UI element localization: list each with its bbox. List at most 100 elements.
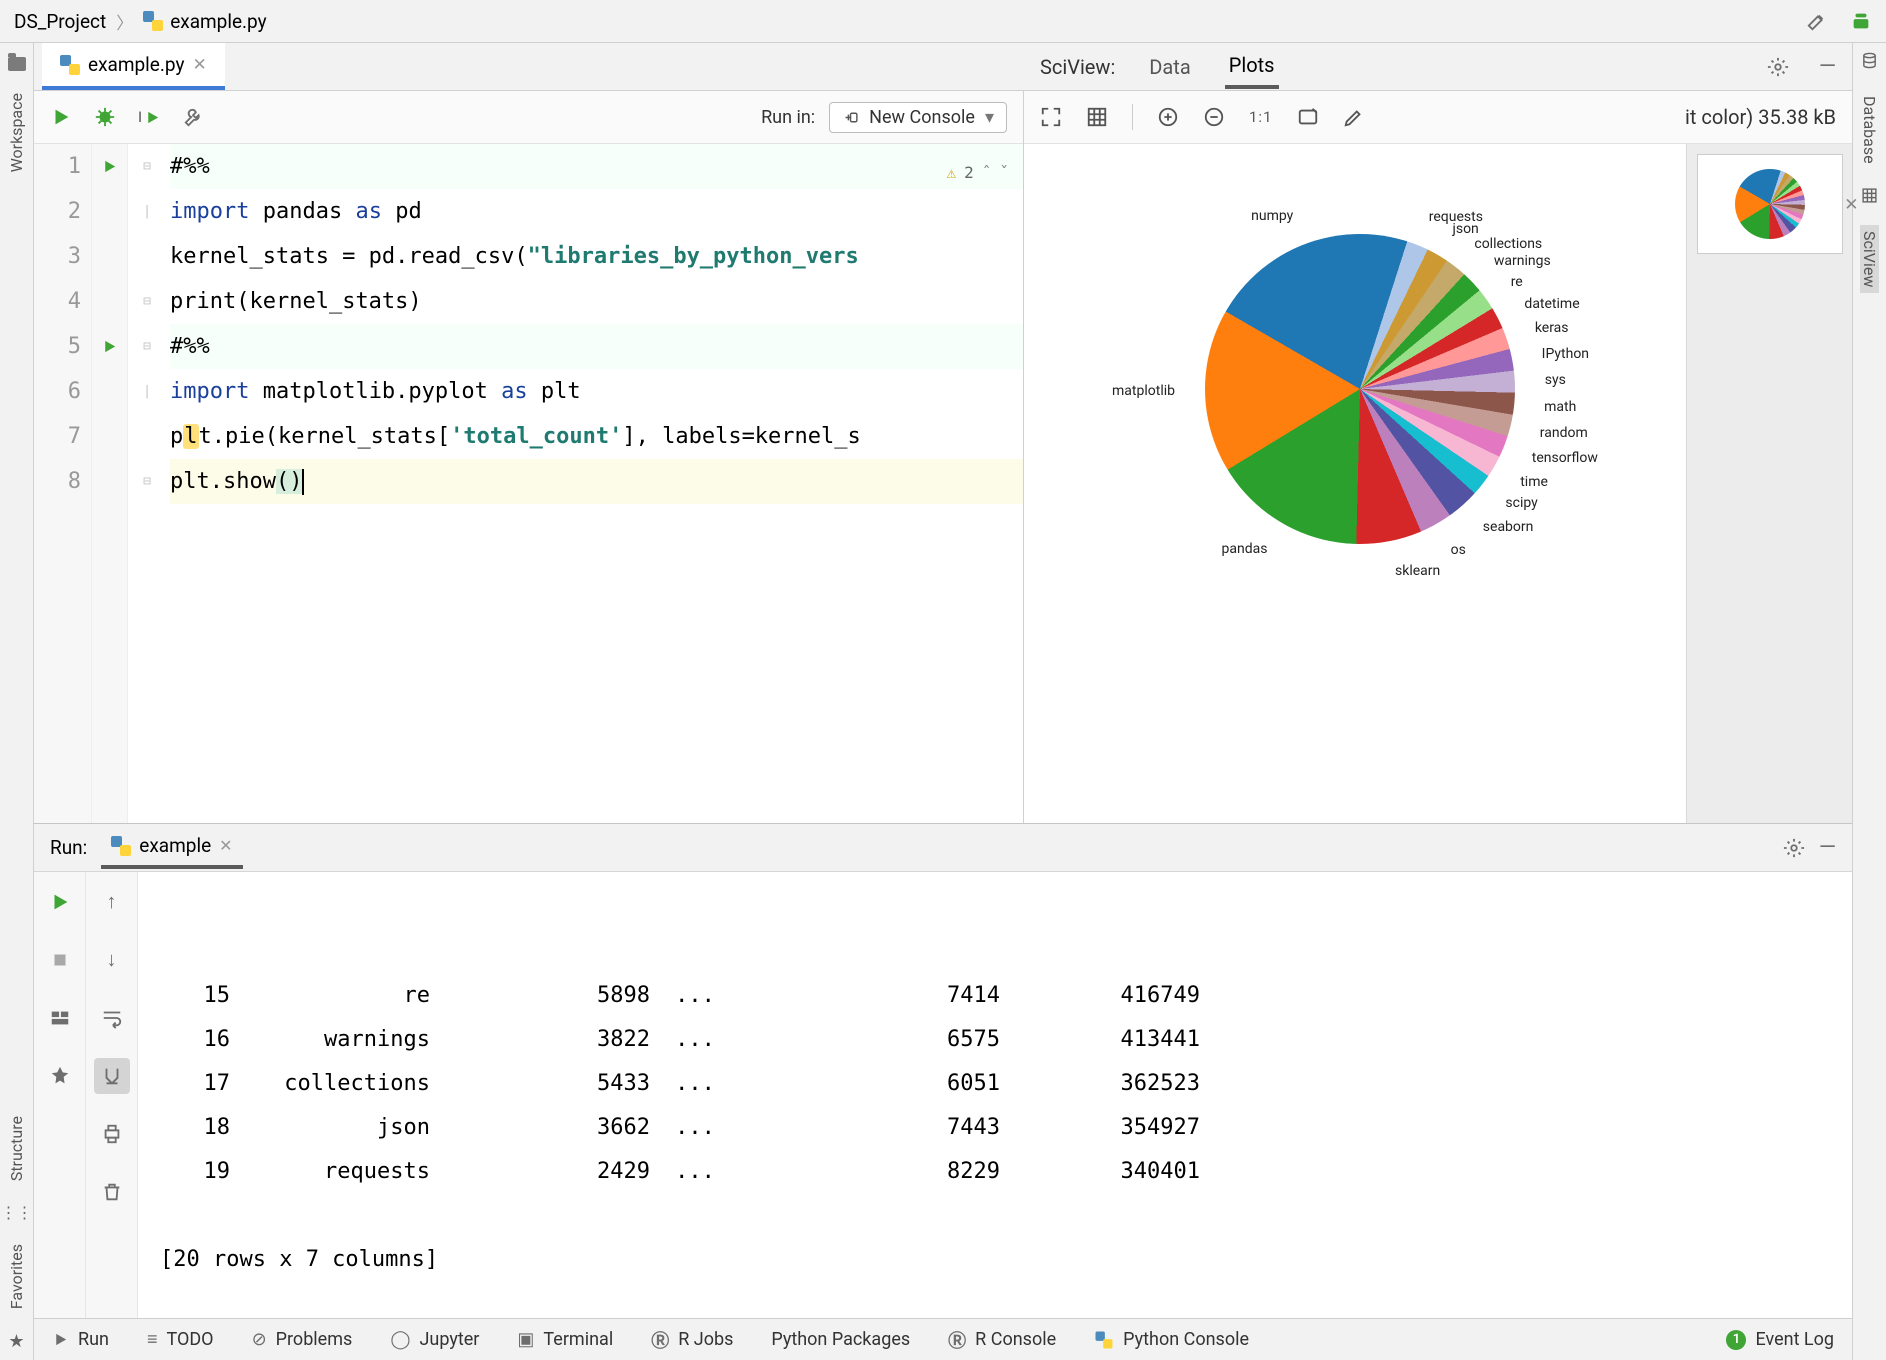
pie-label: collections [1474,236,1542,252]
status-python-console[interactable]: Python Console [1094,1329,1249,1350]
status-event-log[interactable]: 1 Event Log [1726,1329,1834,1350]
pie-label: matplotlib [1112,383,1175,399]
rerun-button[interactable] [42,884,78,920]
minimize-icon[interactable]: — [1819,835,1836,860]
run-config-tab[interactable]: example ✕ [101,826,242,869]
structure-tool-button[interactable]: Structure [7,1110,26,1187]
line-number-gutter: 12345678 [34,144,92,823]
pie-label: seaborn [1483,519,1534,535]
color-picker-icon[interactable] [1343,106,1365,128]
database-tool-button[interactable]: Database [1860,90,1879,170]
python-file-icon [60,55,80,75]
status-python-packages[interactable]: Python Packages [771,1329,910,1350]
breadcrumb-project-label: DS_Project [14,10,106,33]
run-in-label: Run in: [761,107,815,128]
chevron-up-icon[interactable]: ˆ [982,150,992,195]
code-editor[interactable]: 12345678 ⊟|⊟⊟|⊟ ⚠ 2 [34,144,1023,823]
output-row: 15re5898...7414416749 [160,974,1830,1018]
plot-meta: it color) 35.38 kB [1685,105,1836,129]
output-shape: [20 rows x 7 columns] [160,1238,1830,1282]
r-icon: Ⓡ [948,1327,966,1353]
editor-toolbar: I Run in: New Console ▾ [34,91,1023,144]
fit-icon[interactable] [1040,106,1062,128]
scroll-up-button[interactable]: ↑ [94,884,130,920]
run-marker-icon[interactable] [101,338,118,355]
pie-label: scipy [1505,495,1537,511]
gear-icon[interactable] [1783,837,1805,859]
run-in-select[interactable]: New Console ▾ [829,102,1007,133]
pin-button[interactable] [42,1058,78,1094]
sciview-tool-button[interactable]: SciView [1860,225,1879,293]
warning-icon: ⚠ [946,150,956,195]
status-jupyter[interactable]: ◯ Jupyter [390,1329,479,1350]
soft-wrap-button[interactable] [94,1000,130,1036]
tab-example-py[interactable]: example.py ✕ [42,43,225,90]
status-run[interactable]: Run [52,1329,109,1350]
trash-button[interactable] [94,1174,130,1210]
warning-count: 2 [964,150,974,195]
export-icon[interactable] [1297,106,1319,128]
gear-icon[interactable] [1767,56,1789,78]
database-icon [1861,51,1878,74]
status-terminal[interactable]: ▣ Terminal [517,1329,613,1350]
scroll-to-end-button[interactable] [94,1058,130,1094]
run-output[interactable]: 15re5898...741441674916warnings3822...65… [138,872,1852,1318]
close-icon[interactable]: ✕ [192,55,206,75]
zoom-in-icon[interactable] [1157,106,1179,128]
actual-size-icon[interactable]: 1:1 [1249,108,1273,126]
close-thumbnail-icon[interactable]: ✕ [1844,195,1858,215]
run-gutter [92,144,128,823]
python-icon [1096,1331,1113,1348]
stop-button[interactable] [42,942,78,978]
pie-label: json [1453,221,1479,237]
scroll-down-button[interactable]: ↓ [94,942,130,978]
run-in-value: New Console [869,107,975,128]
print-button[interactable] [94,1116,130,1152]
run-marker-icon[interactable] [101,158,118,175]
list-icon: ≡ [147,1329,158,1350]
wrench-icon[interactable] [183,106,205,128]
minimize-icon[interactable]: — [1819,54,1836,79]
status-rjobs[interactable]: Ⓡ R Jobs [651,1327,733,1353]
zoom-out-icon[interactable] [1203,106,1225,128]
pie-chart [1205,234,1515,544]
right-tool-rail: Database SciView [1852,43,1886,1360]
output-row: 19requests2429...8229340401 [160,1150,1830,1194]
terminal-icon: ▣ [517,1329,534,1350]
breadcrumb-file[interactable]: example.py [143,10,266,33]
sciview-title: SciView: [1040,55,1115,79]
pie-label: os [1451,542,1466,558]
python-file-icon [143,11,163,31]
status-problems[interactable]: ⊘ Problems [252,1329,353,1350]
grid-icon[interactable] [1086,106,1108,128]
status-todo[interactable]: ≡ TODO [147,1329,214,1350]
play-icon [52,1331,69,1348]
sciview-icon [1861,186,1878,209]
fold-gutter: ⊟|⊟⊟|⊟ [128,144,166,823]
problems-icon: ⊘ [252,1329,267,1350]
project-tool-icon[interactable] [8,57,26,71]
tab-data[interactable]: Data [1145,47,1194,87]
edit-scratch-icon[interactable] [1806,10,1828,32]
layout-button[interactable] [42,1000,78,1036]
pie-label: time [1520,474,1548,490]
close-icon[interactable]: ✕ [219,836,232,855]
inspection-summary[interactable]: ⚠ 2 ˆ ˇ [946,150,1009,195]
editor-pane: I Run in: New Console ▾ [34,91,1024,823]
breadcrumb-project[interactable]: DS_Project [14,10,106,33]
plot-thumbnails: ✕ [1686,144,1852,823]
sciview-pane: SciView: Data Plots — 1:1 [1024,91,1852,823]
favorites-tool-button[interactable]: Favorites [7,1238,26,1315]
chevron-down-icon[interactable]: ˇ [999,150,1009,195]
pie-label: tensorflow [1532,450,1598,466]
plot-canvas[interactable]: numpyrequestsjsoncollectionswarningsreda… [1024,144,1686,823]
tab-plots[interactable]: Plots [1225,45,1279,89]
debug-cell-icon[interactable] [94,106,116,128]
pie-label: datetime [1524,296,1579,312]
run-cell-icon[interactable] [50,106,72,128]
conda-env-icon[interactable] [1850,10,1872,32]
workspace-tool-button[interactable]: Workspace [7,87,26,178]
run-below-icon[interactable]: I [138,108,161,126]
plot-thumbnail[interactable]: ✕ [1697,154,1843,254]
status-rconsole[interactable]: Ⓡ R Console [948,1327,1056,1353]
